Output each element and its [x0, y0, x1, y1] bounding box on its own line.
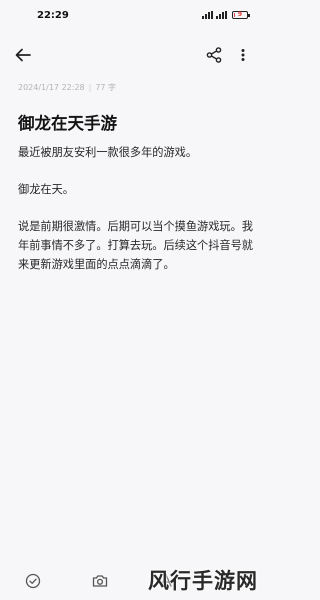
note-title[interactable]: 御龙在天手游	[18, 110, 117, 134]
app-bar	[0, 38, 268, 74]
more-vert-icon	[241, 49, 245, 61]
signal-icon	[202, 11, 213, 19]
share-button[interactable]	[203, 44, 225, 66]
note-paragraph: 说是前期很激情。后期可以当个摸鱼游戏玩。我年前事情不多了。打算去玩。后续这个抖音…	[18, 220, 253, 271]
share-icon	[206, 47, 222, 63]
meta-separator: |	[88, 83, 92, 92]
word-count: 77 字	[95, 83, 117, 92]
signal-icon	[216, 11, 227, 19]
checklist-button[interactable]	[23, 571, 43, 591]
note-paragraph: 御龙在天。	[18, 183, 74, 196]
note-paragraph: 最近被朋友安利一款很多年的游戏。	[18, 146, 198, 159]
note-meta: 2024/1/17 22:28 | 77 字	[18, 82, 116, 93]
checkbox-circle-icon	[25, 573, 41, 589]
more-options-button[interactable]	[234, 44, 252, 66]
note-body[interactable]: 最近被朋友安利一款很多年的游戏。 御龙在天。 说是前期很激情。后期可以当个摸鱼游…	[18, 143, 256, 292]
status-bar: 22:29 9	[0, 0, 268, 34]
watermark-logo: 风行手游网	[148, 568, 258, 593]
battery-icon: 9	[232, 11, 250, 19]
camera-button[interactable]	[90, 571, 110, 591]
status-time: 22:29	[37, 10, 69, 21]
back-button[interactable]	[12, 44, 34, 66]
battery-level: 9	[237, 11, 243, 18]
camera-icon	[92, 575, 108, 587]
back-arrow-icon	[15, 48, 31, 62]
status-icons: 9	[202, 11, 250, 19]
note-date: 2024/1/17 22:28	[18, 83, 85, 92]
